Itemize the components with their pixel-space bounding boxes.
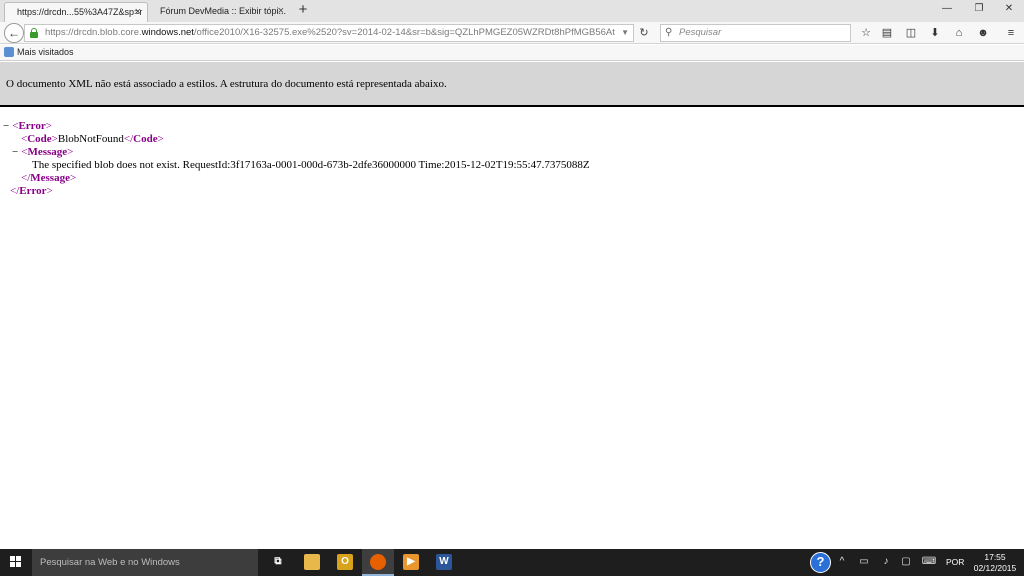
xml-info-text: O documento XML não está associado a est… [6,78,447,90]
taskbar-search-placeholder: Pesquisar na Web e no Windows [40,557,180,568]
chat-icon[interactable]: ☻ [975,25,991,41]
xml-error-open: − <Error> [3,120,52,132]
url-host: windows.net [141,27,194,38]
bookmarks-toolbar: Mais visitados [0,45,1024,61]
menu-icon[interactable]: ≡ [1003,25,1019,41]
tray-chevron-up-icon[interactable]: ^ [834,554,850,570]
bookmark-folder-icon [4,47,14,57]
firefox-icon [370,554,386,570]
search-icon: ⚲ [665,27,673,38]
windows-taskbar: Pesquisar na Web e no Windows ⧉ O ▶ W ? … [0,549,1024,576]
folder-icon [304,554,320,570]
taskbar-outlook[interactable]: O [329,549,361,576]
tab-strip: https://drcdn...55%3A47Z&sp=r × Fórum De… [0,0,1024,22]
taskbar-file-explorer[interactable] [296,549,328,576]
xml-code-value: BlobNotFound [57,133,124,145]
collapse-toggle-icon[interactable]: − [3,120,9,132]
restore-button[interactable]: ❐ [964,0,994,20]
volume-icon[interactable]: ♪ [878,554,894,570]
xml-message-open: − <Message> [12,146,74,158]
clock-date: 02/12/2015 [973,563,1017,573]
xml-code-line: <Code>BlobNotFound</Code> [21,133,164,145]
new-tab-button[interactable]: + [294,2,312,20]
search-bar[interactable]: ⚲ Pesquisar [660,24,851,42]
task-view-button[interactable]: ⧉ [262,549,294,576]
taskbar-search-box[interactable]: Pesquisar na Web e no Windows [32,549,258,576]
close-window-button[interactable]: ✕ [994,0,1024,20]
search-placeholder: Pesquisar [679,27,722,38]
back-arrow-icon: ← [8,26,20,40]
close-tab-icon[interactable]: × [135,3,141,21]
taskbar-media-player[interactable]: ▶ [395,549,427,576]
back-button[interactable]: ← [4,23,24,43]
home-icon[interactable]: ⌂ [951,25,967,41]
task-view-icon: ⧉ [274,556,282,567]
xml-message-value: The specified blob does not exist. Reque… [32,159,590,171]
xml-message-close: </Message> [21,172,77,184]
minimize-button[interactable]: — [932,0,962,20]
taskbar-word[interactable]: W [428,549,460,576]
help-icon[interactable]: ? [810,552,831,573]
reading-list-icon[interactable]: ▤ [879,25,895,41]
input-language[interactable]: POR [946,549,964,576]
reload-button[interactable]: ↻ [636,25,652,41]
clock-time: 17:55 [984,552,1006,562]
close-tab-icon[interactable]: × [278,2,284,20]
taskbar-firefox[interactable] [362,549,394,576]
tab-devmedia-forum[interactable]: Fórum DevMedia :: Exibir tópi... × [148,2,290,22]
pocket-icon[interactable]: ◫ [903,25,919,41]
url-text[interactable]: https://drcdn.blob.core.windows.net/offi… [45,25,615,41]
collapse-toggle-icon[interactable]: − [12,146,18,158]
address-bar[interactable]: https://drcdn.blob.core.windows.net/offi… [24,24,634,42]
tab-blob-error[interactable]: https://drcdn...55%3A47Z&sp=r × [4,2,148,22]
navigation-toolbar: ← https://drcdn.blob.core.windows.net/of… [0,22,1024,44]
download-icon[interactable]: ⬇ [927,25,943,41]
media-player-icon: ▶ [403,554,419,570]
lock-icon[interactable] [30,28,38,38]
tab-label: https://drcdn...55%3A47Z&sp=r [17,7,143,17]
windows-logo-icon [10,556,22,568]
reload-icon: ↻ [639,27,649,39]
tab-label: Fórum DevMedia :: Exibir tópi... [160,6,287,16]
start-button[interactable] [0,549,32,576]
system-clock[interactable]: 17:55 02/12/2015 [972,552,1018,574]
notifications-icon[interactable]: ▢ [898,554,914,570]
xml-error-close: </Error> [10,185,53,197]
bookmark-most-visited[interactable]: Mais visitados [17,45,74,60]
word-icon: W [436,554,452,570]
network-icon[interactable]: ▭ [856,554,872,570]
url-dropdown-icon[interactable]: ▼ [621,25,629,41]
keyboard-icon[interactable]: ⌨ [921,554,937,570]
bookmark-star-icon[interactable]: ☆ [858,25,874,41]
xml-info-banner: O documento XML não está associado a est… [0,62,1024,107]
outlook-icon: O [337,554,353,570]
